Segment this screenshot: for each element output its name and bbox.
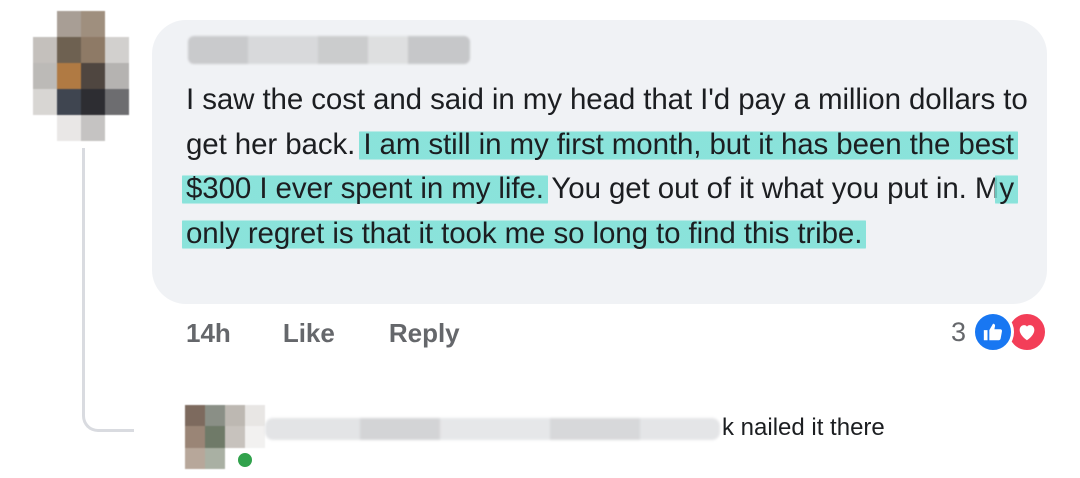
reply-text: k nailed it there [722,414,885,441]
comment-thread: I saw the cost and said in my head that … [0,0,1080,478]
online-status-dot [236,451,254,469]
comment-text-plain: You get out of it what you put in. M [543,172,1000,205]
author-name-redacted[interactable] [188,36,470,64]
comment-timestamp[interactable]: 14h [186,318,231,349]
commenter-avatar-blurred[interactable] [33,11,129,141]
thread-connector-line [82,148,134,432]
comment-actions: 14h Like Reply [186,318,460,349]
reaction-count: 3 [950,316,966,347]
reaction-summary[interactable]: 3 [951,311,1048,353]
reply-button[interactable]: Reply [389,318,460,349]
comment-body: I saw the cost and said in my head that … [182,78,1036,256]
like-icon [972,311,1014,353]
reply-author-redacted[interactable] [265,414,720,444]
like-button[interactable]: Like [283,318,335,349]
